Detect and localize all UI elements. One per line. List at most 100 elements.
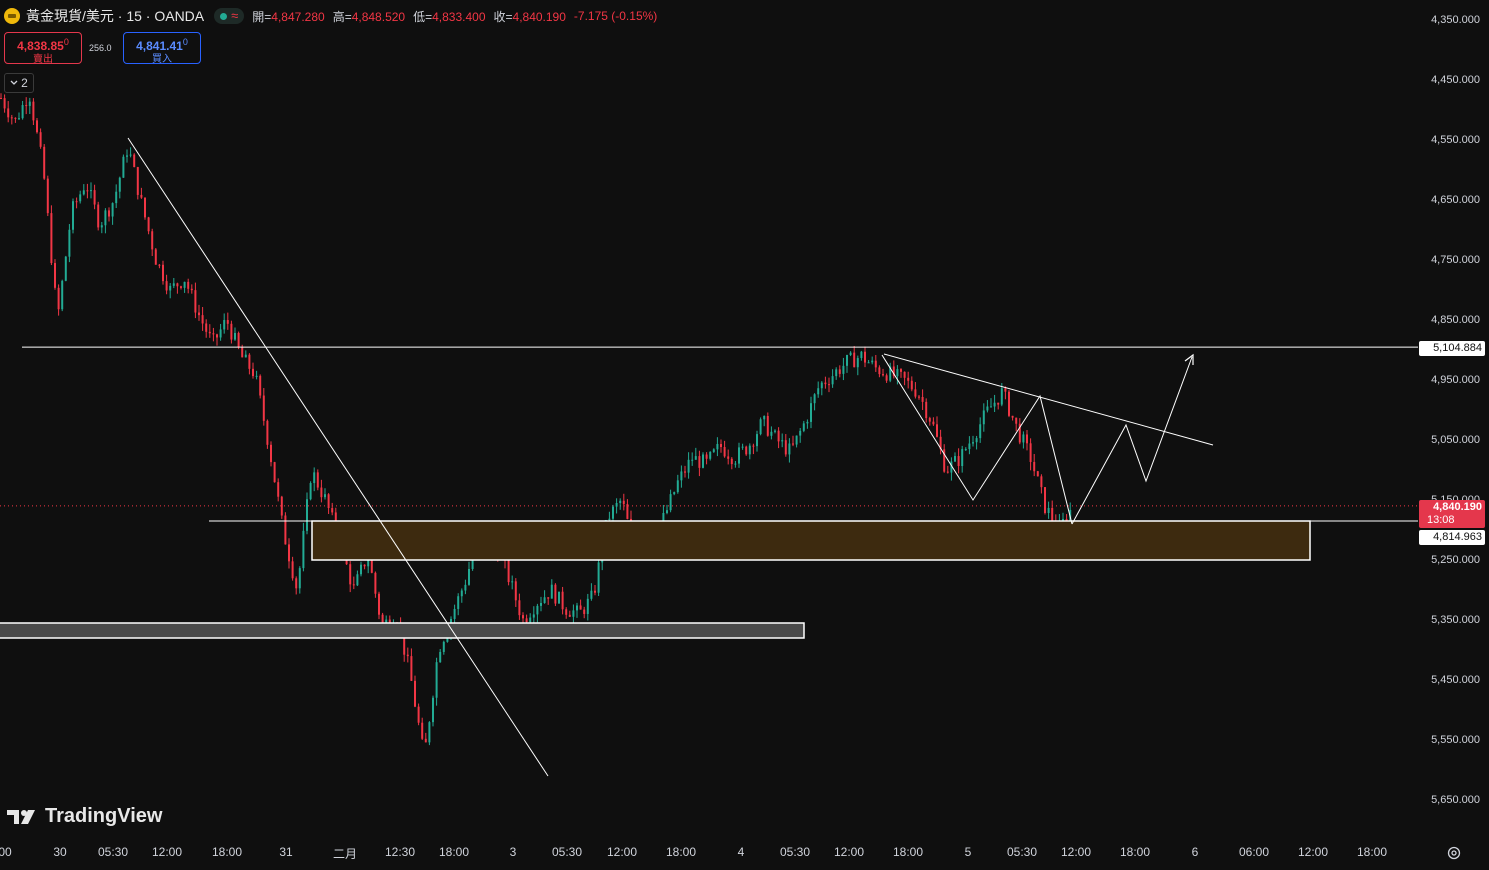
candle [554,583,557,607]
candle [626,499,629,520]
brand-name: TradingView [45,805,163,827]
candle [360,561,362,577]
candle [928,416,931,426]
candle [97,201,100,231]
candle [64,255,67,282]
candle [378,591,380,620]
candle [1029,438,1032,471]
candle [594,585,596,596]
chart-canvas[interactable] [0,0,1418,835]
candle [183,281,186,293]
candle [100,221,103,234]
candle [25,97,28,115]
candle [561,586,564,615]
candle [849,351,852,357]
buy-button[interactable]: 4,841.410 買入 [123,32,201,65]
candle [752,443,755,455]
candle [320,479,323,503]
market-status[interactable]: ≈ [214,8,245,24]
demand-zone[interactable] [311,520,1311,561]
candle [223,313,226,334]
settings-gear-icon[interactable] [1446,845,1462,861]
candle [277,478,280,502]
time-tick-label: 18:00 [665,845,697,859]
sell-button[interactable]: 4,838.850 賣出 [4,32,82,65]
candle [1026,429,1028,451]
buy-price: 4,841.41 [136,39,183,53]
candle [126,149,128,163]
chart-area[interactable]: 黃金現貨/美元 · 15 · OANDA ≈ 開=4,847.280 高=4,8… [0,0,1418,835]
candle [201,307,204,331]
candle [874,355,877,372]
candle [720,439,722,453]
candle [90,182,92,199]
low-value: 4,833.400 [432,9,486,24]
candle [169,283,172,299]
time-tick-label: 12:00 [1297,845,1329,859]
candle [18,112,20,121]
price-change: -7.175 (-0.15%) [573,9,658,23]
candle [162,260,164,285]
candle [72,198,74,234]
buy-price-sup: 0 [182,37,188,47]
candle [82,184,85,196]
candle [867,359,870,364]
candle [158,264,161,269]
time-tick-label: 05:30 [779,845,811,859]
time-tick-label: 18:00 [1119,845,1151,859]
projection-path[interactable] [1071,356,1193,525]
gold-coin-icon [4,8,20,24]
projection-arrow-icon [1184,353,1194,365]
candle [871,356,874,365]
candle [694,447,697,460]
candle [439,648,442,663]
price-tick-label: 4,950.000 [1431,374,1480,386]
indicators-toggle-button[interactable]: 2 [4,73,34,93]
candle [507,557,510,586]
candle [432,695,434,727]
candle [111,202,114,225]
time-axis[interactable]: 00 30 05:30 12:00 18:00 31 二月 12:30 18:00 3 05:30 1… [0,835,1418,870]
tradingview-logo[interactable]: TradingView [7,805,162,828]
spread-value: 256.0 [89,43,112,53]
candle [813,393,816,411]
candle [187,278,190,294]
candle [835,367,838,380]
candle [824,376,827,389]
candle [464,579,467,595]
candle [766,412,769,437]
candle [763,415,766,427]
candle [108,207,110,222]
price-tick-label: 4,850.000 [1431,314,1480,326]
price-tick-label: 5,250.000 [1431,554,1480,566]
candle [522,612,524,624]
candle [248,353,251,375]
candle [151,228,154,257]
candle [982,403,985,432]
price-tick-label: 4,450.000 [1431,74,1480,86]
candle [741,443,744,450]
candle [864,346,866,368]
candle [712,448,715,453]
candle [622,493,625,511]
time-tick-label: 二月 [332,847,358,861]
candle [820,381,823,396]
indicators-count: 2 [21,76,28,90]
symbol-title[interactable]: 黃金現貨/美元 · 15 · OANDA [26,6,204,26]
candle [190,284,193,294]
candle [324,488,326,500]
candle [1033,453,1036,477]
candle [673,491,676,496]
candle [86,183,89,199]
time-tick-label: 06:00 [1238,845,1270,859]
price-axis[interactable]: 5,650.000 5,550.000 5,450.000 5,350.000 5,25… [1418,0,1489,835]
downtrend-line[interactable] [127,137,549,777]
support-zone[interactable] [0,622,805,639]
candle [262,388,265,426]
price-tick-label: 5,650.000 [1431,794,1480,806]
sell-price-sup: 0 [63,37,69,47]
candle [810,396,812,429]
last-price-value: 4,840.190 [1433,501,1482,513]
candle [1022,431,1025,449]
candle [885,373,888,383]
